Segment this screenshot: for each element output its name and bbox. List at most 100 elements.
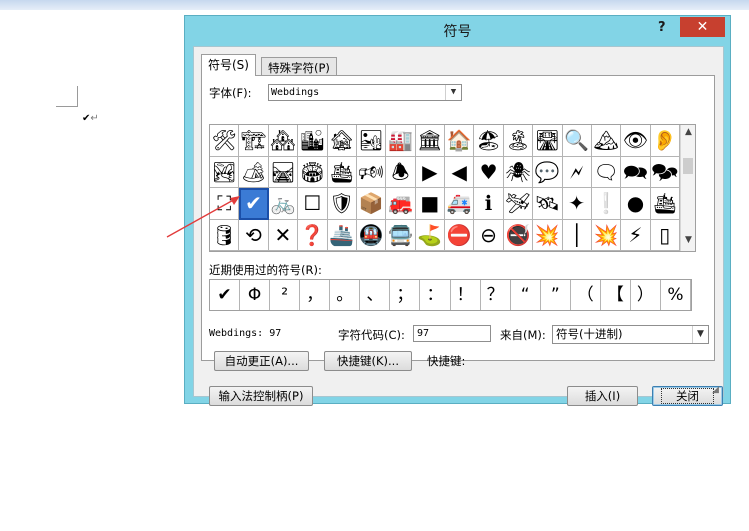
symbol-cell[interactable]: ℹ	[474, 188, 504, 220]
symbol-cell[interactable]: ⚡	[621, 219, 651, 251]
symbol-cell[interactable]: 🏠	[445, 125, 475, 157]
insert-button[interactable]: 插入(I)	[567, 386, 638, 406]
symbol-cell[interactable]: 🏝	[503, 125, 534, 157]
recent-symbol-cell[interactable]: 【	[601, 280, 631, 310]
symbol-cell[interactable]: 🕷	[503, 156, 534, 188]
symbol-cell[interactable]: 🛰	[533, 188, 563, 220]
resize-grip-icon[interactable]: ◢	[712, 385, 722, 395]
recent-symbol-cell[interactable]: ？	[481, 280, 511, 310]
symbol-cell[interactable]: 🔍	[562, 125, 592, 157]
shortcut-key-button[interactable]: 快捷键(K)...	[324, 351, 412, 371]
recent-symbol-cell[interactable]: ；	[390, 280, 421, 310]
symbol-cell[interactable]: ♥	[474, 156, 504, 188]
symbol-cell[interactable]: ▶	[415, 156, 445, 188]
recent-symbol-cell[interactable]: 、	[360, 280, 391, 310]
symbol-cell[interactable]: ▯	[650, 219, 680, 251]
symbol-cell[interactable]: 🏘	[268, 125, 299, 157]
symbol-cell[interactable]: 🕭	[386, 156, 416, 188]
symbol-cell[interactable]: 🗫	[650, 156, 680, 188]
symbol-cell[interactable]: 💬	[533, 156, 563, 188]
symbol-cell[interactable]: 🏖	[474, 125, 504, 157]
symbol-cell[interactable]: 🏛	[415, 125, 445, 157]
chevron-down-icon[interactable]: ▼	[445, 85, 461, 100]
symbol-cell[interactable]: │	[562, 219, 592, 251]
symbol-cell[interactable]: 🛢	[210, 219, 240, 251]
symbol-cell[interactable]: 🏭	[386, 125, 416, 157]
symbol-cell[interactable]: 🛣	[533, 125, 563, 157]
recent-symbol-cell[interactable]: 。	[330, 280, 361, 310]
symbol-cell[interactable]: 🗨	[591, 156, 622, 188]
scroll-down-icon[interactable]: ▼	[681, 235, 696, 249]
symbol-cell[interactable]: 🏕	[239, 156, 269, 188]
symbol-cell[interactable]: ⛶	[210, 188, 240, 220]
symbol-cell[interactable]: 🛩	[503, 188, 534, 220]
symbol-cell[interactable]: 🛠	[210, 125, 240, 157]
symbol-cell[interactable]: 🛡	[327, 188, 357, 220]
symbol-cell[interactable]: 💥	[591, 219, 622, 251]
symbol-cell[interactable]: 🚢	[327, 219, 357, 251]
symbol-cell[interactable]: ⊖	[474, 219, 504, 251]
recent-symbol-cell[interactable]: Φ	[240, 280, 271, 310]
recent-symbol-cell[interactable]: %	[661, 280, 691, 310]
symbol-cell[interactable]: 🗲	[562, 156, 592, 188]
symbol-cell[interactable]: ✕	[268, 219, 299, 251]
window-top-bar	[0, 0, 749, 10]
symbol-cell[interactable]: 🏞	[210, 156, 240, 188]
symbol-cell[interactable]: 👂	[650, 125, 680, 157]
symbol-cell[interactable]: 🚍	[386, 219, 416, 251]
symbol-cell[interactable]: ⟲	[239, 219, 269, 251]
symbol-cell[interactable]: ✦	[562, 188, 592, 220]
symbol-cell[interactable]: 📦	[356, 188, 387, 220]
symbol-cell[interactable]: 🗪	[621, 156, 651, 188]
ime-control-button[interactable]: 输入法控制柄(P)	[209, 386, 313, 406]
symbol-cell[interactable]: 🏙	[298, 125, 328, 157]
symbol-cell[interactable]: 🛳	[327, 156, 357, 188]
symbol-cell[interactable]: 💥	[533, 219, 563, 251]
font-select[interactable]: Webdings ▼	[268, 84, 462, 101]
recent-symbol-cell[interactable]: “	[511, 280, 541, 310]
symbol-cell[interactable]: ⛳	[415, 219, 445, 251]
symbol-cell[interactable]: 🛳	[650, 188, 680, 220]
recent-symbol-cell[interactable]: （	[571, 280, 601, 310]
symbol-cell[interactable]: ●	[621, 188, 651, 220]
symbol-cell[interactable]: ✔	[239, 188, 269, 220]
symbol-cell[interactable]: 🚒	[386, 188, 416, 220]
symbol-cell[interactable]: 🚭	[503, 219, 534, 251]
symbol-cell[interactable]: 🛤	[268, 156, 299, 188]
from-select[interactable]: 符号(十进制) ▼	[552, 325, 709, 344]
recent-symbol-cell[interactable]: ：	[420, 280, 451, 310]
symbol-cell[interactable]: 🕬	[356, 156, 387, 188]
tab-symbols[interactable]: 符号(S)	[201, 54, 256, 76]
symbol-cell[interactable]: 👁	[621, 125, 651, 157]
recent-symbol-cell[interactable]: ，	[300, 280, 331, 310]
symbol-cell[interactable]: ◀	[445, 156, 475, 188]
symbol-cell[interactable]: 🏗	[239, 125, 269, 157]
close-window-button[interactable]: ✕	[680, 17, 725, 37]
symbol-glyph: ❓	[299, 222, 325, 247]
symbol-cell[interactable]: ⛔	[445, 219, 475, 251]
symbol-cell[interactable]: 🏜	[356, 125, 387, 157]
symbol-cell[interactable]: ■	[415, 188, 445, 220]
chevron-down-icon[interactable]: ▼	[692, 326, 708, 343]
symbol-cell[interactable]: 🚲	[268, 188, 299, 220]
scrollbar-thumb[interactable]	[683, 158, 693, 174]
document-line[interactable]: ✔↵	[82, 113, 99, 124]
recent-symbol-cell[interactable]: ）	[631, 280, 661, 310]
recent-symbol-cell[interactable]: ”	[541, 280, 571, 310]
symbol-cell[interactable]: 🚑	[445, 188, 475, 220]
symbol-cell[interactable]: ❓	[298, 219, 328, 251]
symbol-cell[interactable]: 🚇	[356, 219, 387, 251]
symbol-cell[interactable]: 🏔	[591, 125, 622, 157]
symbol-cell[interactable]: ❕	[591, 188, 622, 220]
recent-symbol-cell[interactable]: ²	[270, 280, 301, 310]
symbol-cell[interactable]: 🏟	[298, 156, 328, 188]
symbol-cell[interactable]: 🏚	[327, 125, 357, 157]
symbol-grid-scrollbar[interactable]: ▲ ▼	[680, 125, 695, 251]
symbol-cell[interactable]: ☐	[298, 188, 328, 220]
recent-symbol-cell[interactable]: ✔	[210, 280, 241, 310]
autocorrect-button[interactable]: 自动更正(A)...	[214, 351, 309, 371]
scroll-up-icon[interactable]: ▲	[681, 127, 696, 141]
char-code-input[interactable]: 97	[413, 325, 491, 342]
help-button[interactable]: ?	[658, 20, 674, 38]
recent-symbol-cell[interactable]: ！	[451, 280, 481, 310]
